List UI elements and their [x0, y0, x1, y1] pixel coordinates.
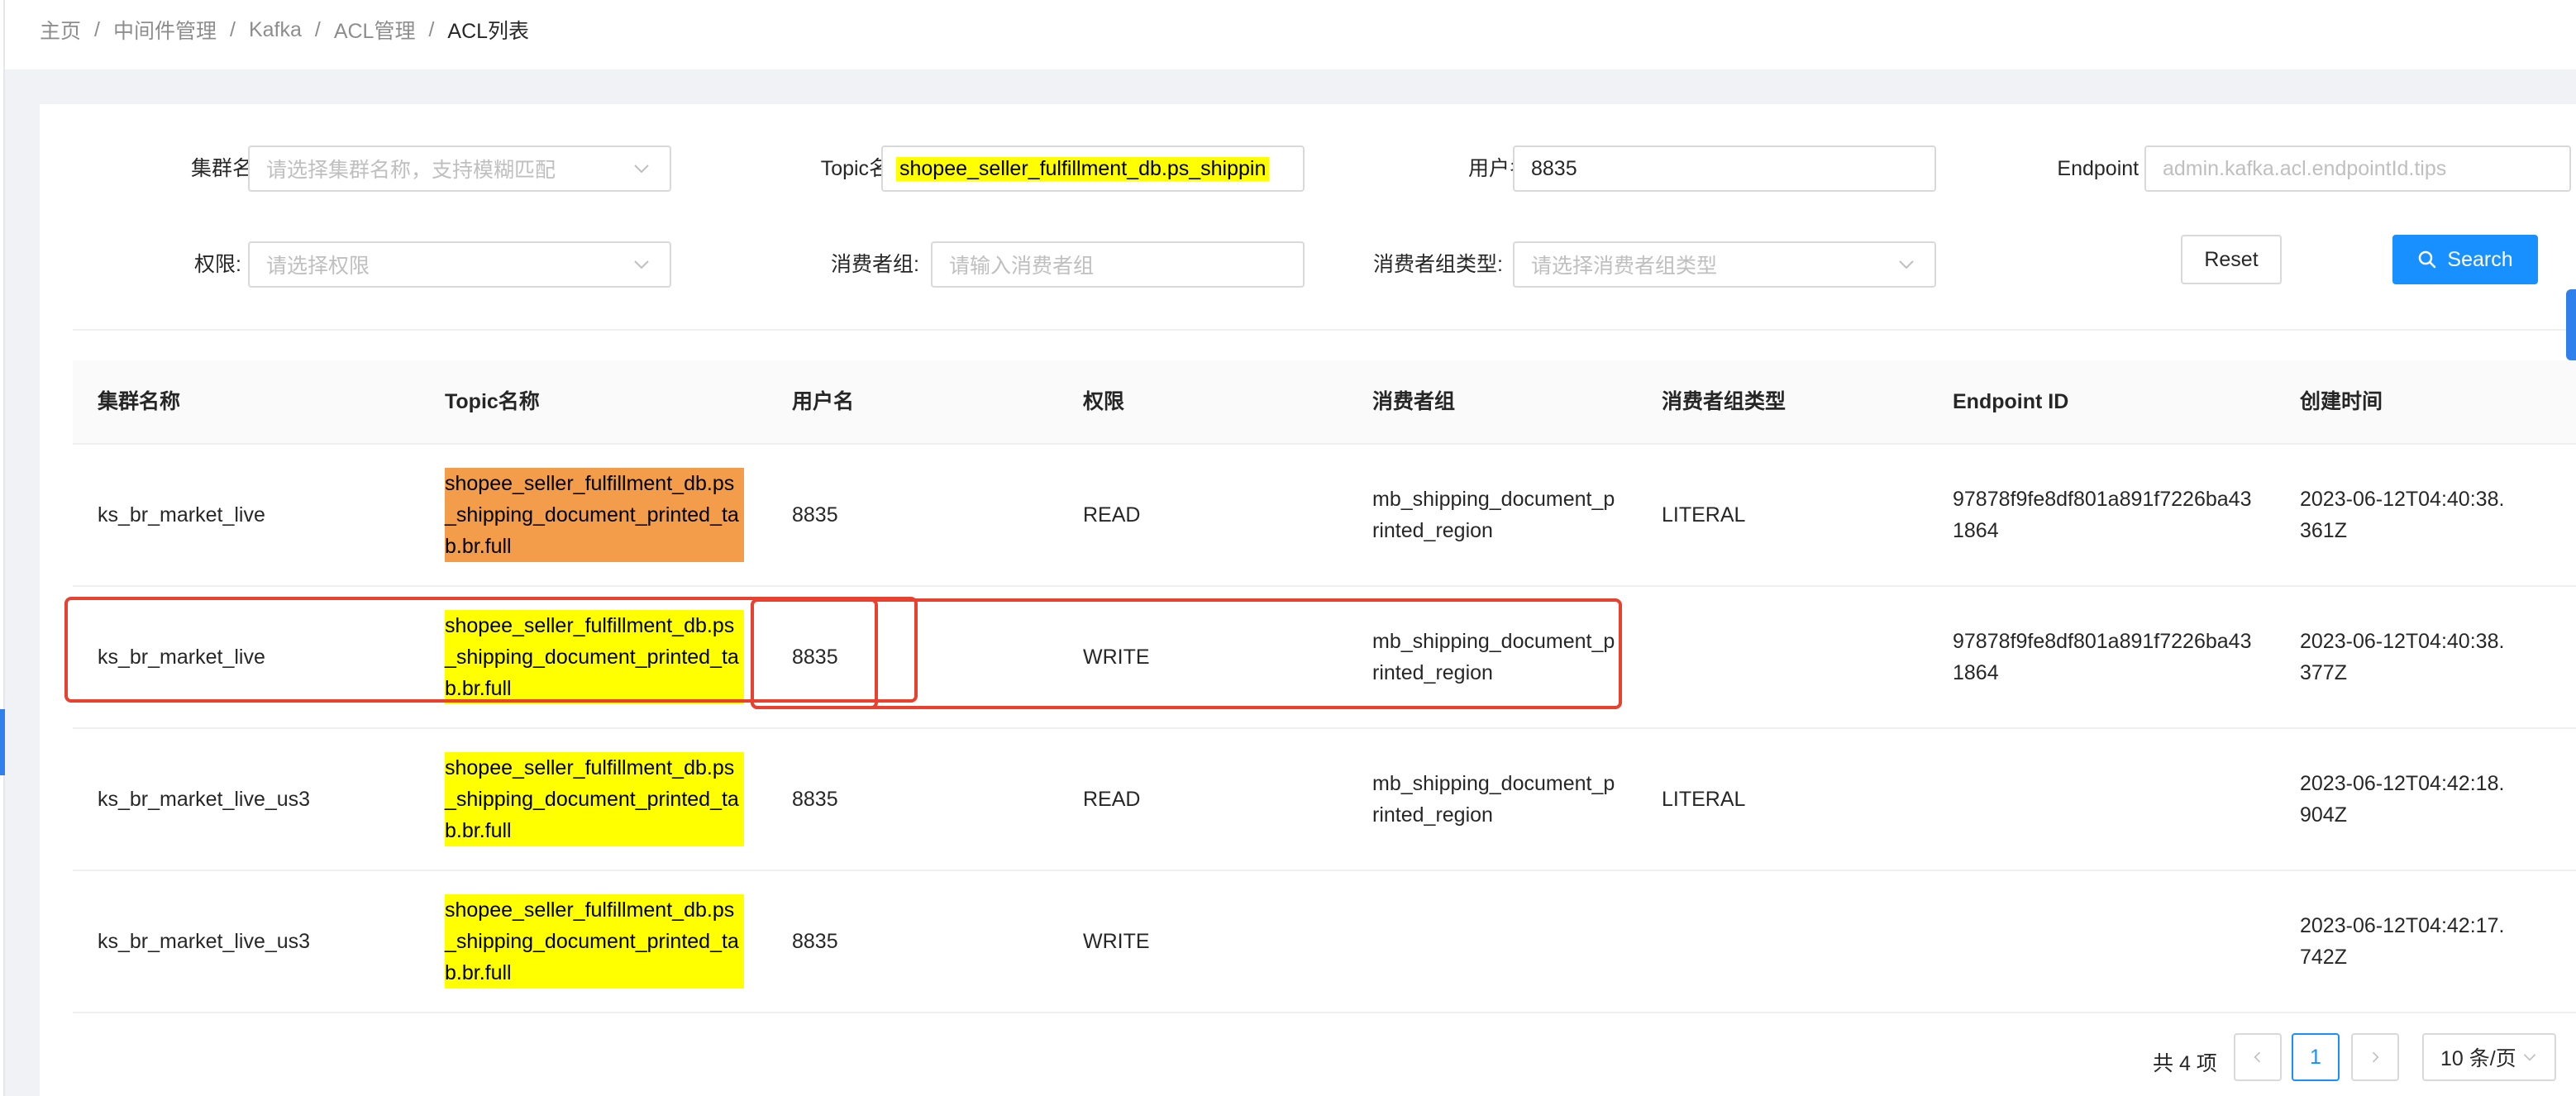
page-button-1[interactable]: 1	[2292, 1033, 2340, 1081]
breadcrumb-acl-manage[interactable]: ACL管理	[334, 15, 416, 45]
table-row: ks_br_market_live_us3 shopee_seller_fulf…	[73, 729, 2576, 871]
chevron-down-icon	[634, 164, 649, 174]
scrollbar-handle[interactable]	[2566, 289, 2576, 360]
cell-consumer-group-type: LITERAL	[1662, 788, 1746, 811]
next-page-button[interactable]	[2351, 1033, 2399, 1081]
search-button-label: Search	[2447, 247, 2513, 271]
permission-label: 权限:	[194, 253, 241, 276]
chevron-left-icon	[2254, 1051, 2261, 1063]
top-bar: 主页 / 中间件管理 / Kafka / ACL管理 / ACL列表	[5, 0, 2576, 69]
consumer-group-label: 消费者组:	[831, 253, 919, 276]
left-edge-accent	[0, 709, 5, 775]
page-size-select[interactable]: 10 条/页	[2422, 1033, 2556, 1081]
col-header-topic: Topic名称	[445, 390, 540, 413]
cell-permission: WRITE	[1083, 930, 1150, 953]
pagination-total: 共 4 项	[2153, 1052, 2217, 1075]
cell-topic: shopee_seller_fulfillment_db.ps_shipping…	[445, 752, 744, 846]
table-header: 集群名称 Topic名称 用户名 权限 消费者组 消费者组类型 Endpoint…	[73, 360, 2576, 445]
breadcrumb-home[interactable]: 主页	[40, 15, 81, 45]
breadcrumb: 主页 / 中间件管理 / Kafka / ACL管理 / ACL列表	[40, 15, 529, 45]
cluster-select[interactable]: 请选择集群名称，支持模糊匹配	[248, 145, 671, 192]
endpoint-input-placeholder: admin.kafka.acl.endpointId.tips	[2163, 156, 2447, 180]
search-button[interactable]: Search	[2392, 235, 2538, 284]
cell-created-time: 2023-06-12T04:42:17.742Z	[2300, 914, 2505, 969]
chevron-right-icon	[2372, 1051, 2379, 1063]
breadcrumb-acl-list: ACL列表	[447, 20, 530, 43]
search-icon	[2419, 250, 2436, 269]
breadcrumb-middleware[interactable]: 中间件管理	[113, 15, 217, 45]
consumer-group-type-label: 消费者组类型:	[1373, 253, 1503, 276]
username-input[interactable]: 8835	[1513, 145, 1936, 192]
cell-created-time: 2023-06-12T04:40:38.377Z	[2300, 630, 2505, 684]
consumer-group-input[interactable]: 请输入消费者组	[931, 241, 1305, 288]
cell-consumer-group: mb_shipping_document_printed_region	[1372, 488, 1615, 542]
table-row: ks_br_market_live shopee_seller_fulfillm…	[73, 445, 2576, 587]
table-row: ks_br_market_live shopee_seller_fulfillm…	[73, 587, 2576, 729]
col-header-created-time: 创建时间	[2300, 390, 2383, 413]
cell-permission: READ	[1083, 788, 1141, 811]
cell-endpoint-id: 97878f9fe8df801a891f7226ba431864	[1953, 488, 2252, 542]
breadcrumb-separator: /	[94, 17, 100, 41]
col-header-permission: 权限	[1083, 390, 1125, 413]
breadcrumb-separator: /	[229, 17, 236, 41]
cell-cluster: ks_br_market_live	[98, 646, 265, 669]
left-edge	[0, 0, 5, 1096]
chevron-down-icon	[2523, 1054, 2535, 1061]
col-header-cluster: 集群名称	[98, 390, 181, 413]
cell-topic: shopee_seller_fulfillment_db.ps_shipping…	[445, 894, 744, 989]
cell-cluster: ks_br_market_live_us3	[98, 788, 311, 811]
topic-input-value: shopee_seller_fulfillment_db.ps_shippin	[896, 156, 1270, 181]
prev-page-button[interactable]	[2234, 1033, 2282, 1081]
cell-username: 8835	[792, 788, 838, 811]
cell-permission: WRITE	[1083, 646, 1150, 669]
filter-divider	[73, 329, 2576, 331]
consumer-group-placeholder: 请输入消费者组	[949, 255, 1095, 278]
consumer-group-type-select[interactable]: 请选择消费者组类型	[1513, 241, 1936, 288]
cell-username: 8835	[792, 503, 838, 527]
breadcrumb-separator: /	[314, 17, 321, 41]
chevron-down-icon	[1899, 260, 1914, 269]
consumer-group-type-placeholder: 请选择消费者组类型	[1531, 255, 1718, 278]
col-header-consumer-group-type: 消费者组类型	[1662, 390, 1787, 413]
table-row: ks_br_market_live_us3 shopee_seller_fulf…	[73, 871, 2576, 1013]
cell-consumer-group-type: LITERAL	[1662, 503, 1746, 527]
cell-topic: shopee_seller_fulfillment_db.ps_shipping…	[445, 468, 744, 562]
cell-cluster: ks_br_market_live_us3	[98, 930, 311, 953]
cell-permission: READ	[1083, 503, 1141, 527]
col-header-username: 用户名	[792, 390, 855, 413]
acl-list-card: 集群名称: 请选择集群名称，支持模糊匹配 Topic名称: shopee_sel…	[40, 104, 2576, 1096]
col-header-consumer-group: 消费者组	[1372, 390, 1456, 413]
cell-cluster: ks_br_market_live	[98, 503, 265, 527]
cell-endpoint-id: 97878f9fe8df801a891f7226ba431864	[1953, 630, 2252, 684]
page-size-value: 10 条/页	[2440, 1047, 2516, 1070]
chevron-down-icon	[634, 260, 649, 269]
cell-username: 8835	[792, 930, 838, 953]
permission-select[interactable]: 请选择权限	[248, 241, 671, 288]
cell-topic: shopee_seller_fulfillment_db.ps_shipping…	[445, 610, 744, 704]
cell-created-time: 2023-06-12T04:42:18.904Z	[2300, 772, 2505, 827]
reset-button[interactable]: Reset	[2181, 235, 2282, 284]
endpoint-input[interactable]: admin.kafka.acl.endpointId.tips	[2144, 145, 2571, 192]
permission-select-placeholder: 请选择权限	[266, 255, 370, 278]
cell-consumer-group: mb_shipping_document_printed_region	[1372, 772, 1615, 827]
topic-input[interactable]: shopee_seller_fulfillment_db.ps_shippin	[881, 145, 1305, 192]
cluster-select-placeholder: 请选择集群名称，支持模糊匹配	[266, 159, 556, 182]
breadcrumb-separator: /	[428, 17, 435, 41]
cell-created-time: 2023-06-12T04:40:38.361Z	[2300, 488, 2505, 542]
username-input-value: 8835	[1531, 156, 1577, 180]
cell-username: 8835	[792, 646, 838, 669]
breadcrumb-kafka[interactable]: Kafka	[249, 18, 302, 42]
col-header-endpoint-id: Endpoint ID	[1953, 390, 2069, 413]
cell-consumer-group: mb_shipping_document_printed_region	[1372, 630, 1615, 684]
